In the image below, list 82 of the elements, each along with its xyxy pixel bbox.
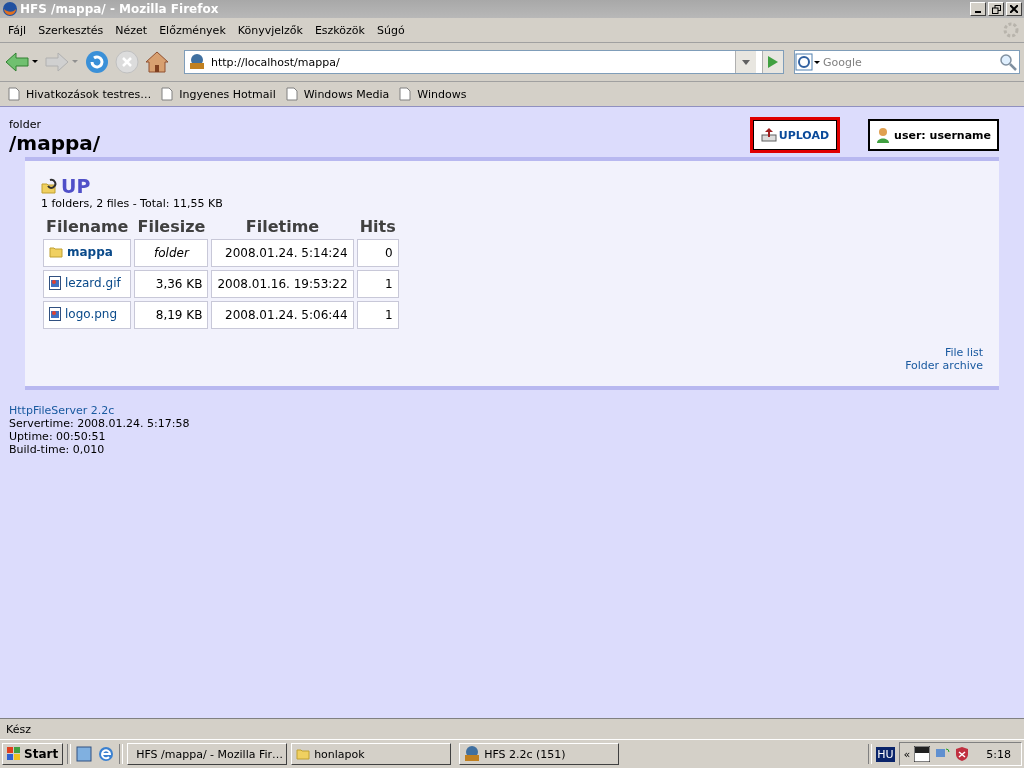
close-icon [1010, 5, 1018, 13]
close-button[interactable] [1006, 2, 1022, 16]
home-icon[interactable] [144, 49, 170, 75]
window-title: HFS /mappa/ - Mozilla Firefox [20, 2, 220, 16]
go-button[interactable] [762, 51, 783, 73]
column-header: Filetime [244, 217, 321, 236]
taskbar-button[interactable]: HFS /mappa/ - Mozilla Fir… [127, 743, 288, 765]
tray-expand-button[interactable]: « [903, 747, 911, 761]
taskbar-button[interactable]: HFS 2.2c (151) [459, 743, 620, 765]
bookmark-link[interactable]: Ingyenes Hotmail [161, 87, 276, 101]
folder-icon [49, 246, 63, 258]
folder-path: /mappa/ [9, 131, 102, 155]
footer-link[interactable]: File list [944, 346, 983, 359]
table-cell: 1 [356, 270, 399, 298]
folder-icon [296, 748, 311, 760]
menu-item[interactable]: Szerkesztés [34, 23, 112, 37]
menu-item[interactable]: Nézet [111, 23, 156, 37]
server-link[interactable]: HttpFileServer 2.2c [9, 404, 115, 417]
menu-item[interactable]: Súgó [372, 23, 413, 37]
table-cell: 1 [356, 301, 399, 329]
image-file-icon [49, 275, 61, 290]
up-link[interactable]: UP [41, 175, 91, 197]
back-arrow-icon[interactable] [4, 50, 40, 74]
menu-item[interactable]: Eszközök [310, 23, 373, 37]
shield-icon[interactable] [954, 746, 971, 762]
table-cell: 3,36 KB [134, 270, 209, 298]
folder-link[interactable]: mappa [49, 245, 113, 259]
column-header: Filesize [136, 217, 207, 236]
folder-up-icon [41, 178, 57, 194]
table-cell: 8,19 KB [134, 301, 209, 329]
table-cell: 2008.01.24. 5:14:24 [211, 239, 354, 267]
clock: 5:18 [986, 747, 1011, 761]
folder-label: folder [9, 118, 42, 131]
page-icon [399, 87, 412, 101]
user-icon [876, 127, 891, 143]
reload-icon[interactable] [84, 49, 110, 75]
browser-logo-icon [2, 1, 18, 17]
upload-button[interactable]: UPLOAD [749, 117, 841, 153]
user-label: user: username [894, 128, 991, 142]
taskbar-button[interactable]: honlapok [291, 743, 452, 765]
upload-icon [760, 128, 777, 142]
menu-item[interactable]: Előzmények [155, 23, 234, 37]
table-cell: 2008.01.16. 19:53:22 [211, 270, 354, 298]
page-icon [285, 87, 298, 101]
server-info: Uptime: 00:50:51 [9, 430, 107, 443]
file-link[interactable]: logo.png [49, 306, 118, 321]
start-button[interactable]: Start [2, 743, 64, 765]
search-engine-icon[interactable] [795, 52, 821, 72]
bookmark-link[interactable]: Windows Media [285, 87, 390, 101]
table-cell: 2008.01.24. 5:06:44 [211, 301, 354, 329]
minimize-button[interactable] [970, 2, 986, 16]
column-header: Hits [358, 217, 397, 236]
windows-flag-icon [7, 747, 21, 761]
browser-e-icon[interactable] [97, 745, 116, 763]
server-info: Servertime: 2008.01.24. 5:17:58 [9, 417, 191, 430]
globe-server-icon [464, 746, 481, 762]
language-indicator[interactable]: HU [876, 746, 895, 762]
restore-button[interactable] [988, 2, 1004, 16]
folder-summary: 1 folders, 2 files - Total: 11,55 KB [41, 197, 224, 210]
page-icon [8, 87, 20, 101]
status-text: Kész [6, 722, 31, 736]
table-cell: 0 [356, 239, 399, 267]
search-icon[interactable] [997, 52, 1019, 72]
site-logo-icon [189, 54, 205, 70]
page-icon [161, 87, 174, 101]
search-bar[interactable]: Google [794, 50, 1020, 74]
menu-item[interactable]: Fájl [4, 23, 35, 37]
image-file-icon [49, 306, 61, 321]
column-header: Filename [45, 217, 130, 236]
bookmark-link[interactable]: Windows [399, 87, 467, 101]
file-link[interactable]: lezard.gif [49, 275, 121, 290]
restore-icon [991, 4, 1001, 14]
footer-link[interactable]: Folder archive [905, 359, 983, 372]
history-dropdown-button[interactable] [735, 51, 756, 73]
address-bar[interactable]: http://localhost/mappa/ [184, 50, 784, 74]
menu-item[interactable]: Könyvjelzők [233, 23, 311, 37]
bookmark-link[interactable]: Hivatkozások testres… [8, 87, 152, 101]
throbber-icon [1002, 21, 1020, 39]
server-info: Build-time: 0,010 [9, 443, 106, 456]
table-cell: folder [134, 239, 209, 267]
dropdown-arrow-icon [742, 59, 750, 65]
go-arrow-icon [768, 56, 778, 68]
